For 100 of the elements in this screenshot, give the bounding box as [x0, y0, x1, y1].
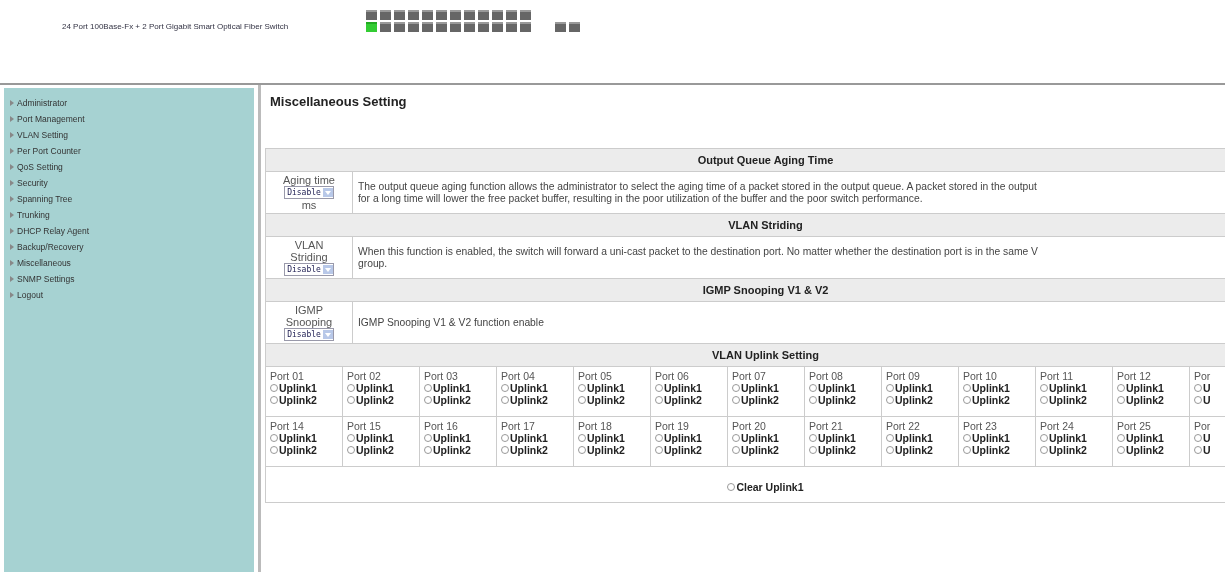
port-label: Port 15 — [347, 420, 382, 432]
description-text: The output queue aging function allows the administrator to select the aging time of a packet stored in the output queue. A packet stored in the output — [358, 180, 1038, 193]
port-label: Por — [1194, 370, 1212, 382]
uplink-radio[interactable]: Uplink1 — [886, 382, 958, 394]
uplink-radio[interactable]: Uplink1 — [1117, 382, 1189, 394]
port-label: Port 19 — [655, 420, 690, 432]
uplink-radio[interactable]: Clear Uplink1 — [727, 472, 804, 502]
section-heading: VLAN Uplink Setting — [265, 344, 1225, 367]
uplink-radio[interactable]: Uplink1 — [732, 432, 804, 444]
section-heading: IGMP Snooping V1 & V2 — [265, 279, 1225, 302]
uplink-radio[interactable]: Uplink2 — [809, 444, 881, 456]
uplink-radio[interactable]: Uplink2 — [963, 394, 1035, 406]
sidebar-item[interactable]: Security — [10, 176, 254, 189]
port-label: Port 12 — [1117, 370, 1152, 382]
sidebar-item[interactable]: Spanning Tree — [10, 192, 254, 205]
port-label: Port 03 — [424, 370, 459, 382]
port-label: Port 01 — [270, 370, 305, 382]
uplink-radio[interactable]: Uplink2 — [501, 444, 573, 456]
uplink-radio[interactable]: Uplink1 — [347, 432, 419, 444]
uplink-radio[interactable]: Uplink2 — [424, 444, 496, 456]
port-label: Port 20 — [732, 420, 767, 432]
port-label: Port 14 — [270, 420, 305, 432]
sidebar-item[interactable]: DHCP Relay Agent — [10, 224, 254, 237]
port-label: Port 07 — [732, 370, 767, 382]
uplink-radio[interactable]: Uplink1 — [347, 382, 419, 394]
uplink-radio[interactable]: Uplink1 — [270, 382, 342, 394]
triangle-icon — [10, 275, 14, 282]
uplink-radio[interactable]: Uplink2 — [655, 394, 727, 406]
uplink-radio[interactable]: Uplink1 — [809, 432, 881, 444]
uplink-radio[interactable]: Uplink1 — [424, 432, 496, 444]
uplink-radio[interactable]: Uplink2 — [732, 444, 804, 456]
port-label: Port 23 — [963, 420, 998, 432]
select-dropdown[interactable]: Disable — [284, 328, 334, 341]
port-label: Por — [1194, 420, 1212, 432]
description-text: IGMP Snooping V1 & V2 function enable — [358, 316, 545, 329]
uplink-radio[interactable]: Uplink1 — [963, 382, 1035, 394]
select-dropdown[interactable]: Disable — [284, 186, 334, 199]
uplink-radio[interactable]: U — [1194, 432, 1225, 444]
uplink-radio[interactable]: Uplink1 — [578, 382, 650, 394]
setting-label: VLAN — [294, 239, 324, 251]
triangle-icon — [10, 115, 14, 122]
triangle-icon — [10, 131, 14, 138]
uplink-radio[interactable]: Uplink1 — [1040, 432, 1112, 444]
port-label: Port 24 — [1040, 420, 1075, 432]
uplink-radio[interactable]: U — [1194, 382, 1225, 394]
uplink-radio[interactable]: Uplink2 — [270, 444, 342, 456]
uplink-radio[interactable]: Uplink2 — [424, 394, 496, 406]
sidebar-item[interactable]: SNMP Settings — [10, 272, 254, 285]
port-label: Port 08 — [809, 370, 844, 382]
sidebar-item[interactable]: Per Port Counter — [10, 144, 254, 157]
uplink-radio[interactable]: Uplink2 — [1040, 444, 1112, 456]
uplink-radio[interactable]: Uplink2 — [578, 444, 650, 456]
uplink-radio[interactable]: Uplink1 — [578, 432, 650, 444]
sidebar-item[interactable]: Backup/Recovery — [10, 240, 254, 253]
uplink-radio[interactable]: Uplink1 — [501, 382, 573, 394]
uplink-radio[interactable]: Uplink2 — [963, 444, 1035, 456]
port-label: Port 02 — [347, 370, 382, 382]
sidebar-item[interactable]: Port Management — [10, 112, 254, 125]
uplink-radio[interactable]: Uplink2 — [655, 444, 727, 456]
uplink-radio[interactable]: Uplink2 — [886, 394, 958, 406]
uplink-radio[interactable]: U — [1194, 394, 1225, 406]
uplink-radio[interactable]: Uplink1 — [1040, 382, 1112, 394]
triangle-icon — [10, 147, 14, 154]
sidebar-item[interactable]: Administrator — [10, 96, 254, 109]
uplink-radio[interactable]: Uplink1 — [886, 432, 958, 444]
uplink-radio[interactable]: Uplink1 — [963, 432, 1035, 444]
port-label: Port 11 — [1040, 370, 1075, 382]
uplink-radio[interactable]: Uplink2 — [578, 394, 650, 406]
uplink-radio[interactable]: Uplink1 — [655, 382, 727, 394]
uplink-radio[interactable]: Uplink2 — [732, 394, 804, 406]
uplink-radio[interactable]: Uplink2 — [347, 394, 419, 406]
uplink-radio[interactable]: Uplink2 — [1117, 394, 1189, 406]
uplink-radio[interactable]: Uplink1 — [809, 382, 881, 394]
uplink-radio[interactable]: Uplink2 — [1040, 394, 1112, 406]
section-heading: VLAN Striding — [265, 214, 1225, 237]
uplink-radio[interactable]: U — [1194, 444, 1225, 456]
uplink-radio[interactable]: Uplink1 — [655, 432, 727, 444]
port-label: Port 06 — [655, 370, 690, 382]
uplink-radio[interactable]: Uplink2 — [501, 394, 573, 406]
sidebar-item[interactable]: Miscellaneous — [10, 256, 254, 269]
uplink-radio[interactable]: Uplink1 — [501, 432, 573, 444]
sidebar-item[interactable]: Trunking — [10, 208, 254, 221]
triangle-icon — [10, 227, 14, 234]
uplink-radio[interactable]: Uplink1 — [732, 382, 804, 394]
uplink-radio[interactable]: Uplink1 — [1117, 432, 1189, 444]
select-dropdown[interactable]: Disable — [284, 263, 334, 276]
uplink-radio[interactable]: Uplink2 — [1117, 444, 1189, 456]
sidebar-item[interactable]: QoS Setting — [10, 160, 254, 173]
uplink-radio[interactable]: Uplink1 — [270, 432, 342, 444]
sidebar-item[interactable]: VLAN Setting — [10, 128, 254, 141]
uplink-radio[interactable]: Uplink2 — [886, 444, 958, 456]
description-text: group. — [358, 257, 389, 270]
uplink-radio[interactable]: Uplink2 — [270, 394, 342, 406]
caret-icon — [322, 330, 333, 339]
uplink-radio[interactable]: Uplink1 — [424, 382, 496, 394]
port-label: Port 22 — [886, 420, 921, 432]
uplink-radio[interactable]: Uplink2 — [809, 394, 881, 406]
uplink-radio[interactable]: Uplink2 — [347, 444, 419, 456]
setting-label: Snooping — [285, 316, 333, 328]
sidebar-item[interactable]: Logout — [10, 288, 254, 301]
